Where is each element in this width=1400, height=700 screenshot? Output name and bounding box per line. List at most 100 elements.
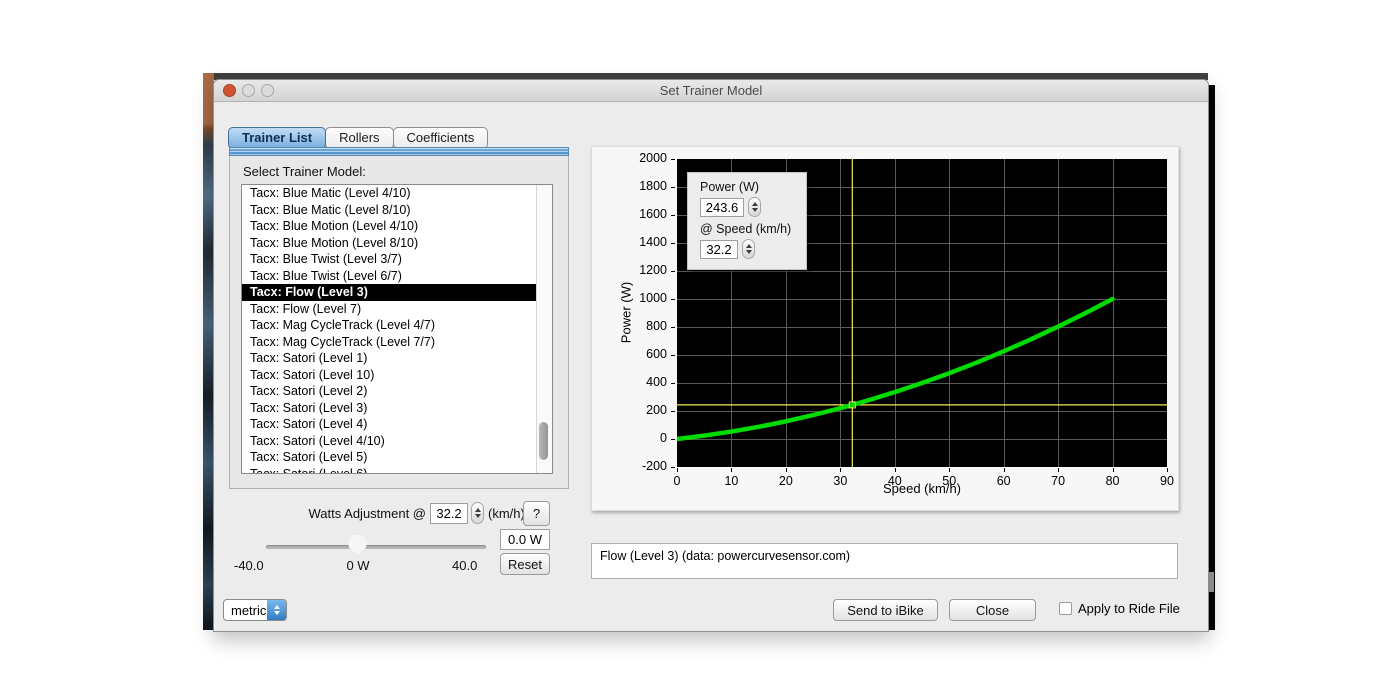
y-tick-mark [671, 299, 675, 300]
watts-adjustment-label: Watts Adjustment @ [271, 506, 426, 521]
power-readout-stepper[interactable] [748, 197, 761, 217]
y-tick-label: 0 [625, 431, 667, 445]
tab-rollers[interactable]: Rollers [325, 127, 393, 149]
x-tick-mark [677, 468, 678, 472]
y-tick-label: 1800 [625, 179, 667, 193]
list-item[interactable]: Tacx: Satori (Level 10) [242, 367, 537, 384]
list-item[interactable]: Tacx: Blue Matic (Level 8/10) [242, 202, 537, 219]
power-readout-input[interactable]: 243.6 [700, 198, 744, 217]
dropdown-arrows-icon [267, 600, 286, 620]
x-tick-label: 80 [1093, 474, 1133, 488]
units-dropdown-value: metric [224, 603, 267, 618]
tab-bar: Trainer List Rollers Coefficients [229, 127, 488, 149]
y-tick-mark [671, 467, 675, 468]
list-item[interactable]: Tacx: Satori (Level 2) [242, 383, 537, 400]
x-tick-label: 60 [984, 474, 1024, 488]
trainer-list-items: Tacx: Blue Matic (Level 4/10)Tacx: Blue … [242, 185, 537, 473]
x-tick-mark [1167, 468, 1168, 472]
list-item[interactable]: Tacx: Satori (Level 3) [242, 400, 537, 417]
list-item[interactable]: Tacx: Mag CycleTrack (Level 7/7) [242, 334, 537, 351]
units-dropdown[interactable]: metric [223, 599, 287, 621]
list-item[interactable]: Tacx: Blue Twist (Level 3/7) [242, 251, 537, 268]
y-tick-mark [671, 439, 675, 440]
titlebar[interactable]: Set Trainer Model [214, 80, 1208, 102]
y-tick-mark [671, 383, 675, 384]
stepper-up-icon[interactable] [746, 244, 752, 248]
y-tick-mark [671, 243, 675, 244]
list-scrollbar-thumb[interactable] [539, 422, 548, 460]
y-tick-mark [671, 159, 675, 160]
x-tick-mark [1004, 468, 1005, 472]
list-item[interactable]: Tacx: Blue Motion (Level 4/10) [242, 218, 537, 235]
x-tick-mark [840, 468, 841, 472]
y-tick-mark [671, 327, 675, 328]
list-item[interactable]: Tacx: Blue Twist (Level 6/7) [242, 268, 537, 285]
y-tick-label: -200 [625, 459, 667, 473]
tab-coefficients[interactable]: Coefficients [393, 127, 489, 149]
slider-max-label: 40.0 [452, 558, 492, 573]
watts-adjustment-speed-stepper[interactable] [471, 502, 484, 524]
stepper-up-icon[interactable] [752, 202, 758, 206]
watts-adjustment-slider-thumb[interactable] [348, 535, 367, 555]
y-tick-label: 400 [625, 375, 667, 389]
x-tick-mark [731, 468, 732, 472]
stepper-down-icon[interactable] [752, 208, 758, 212]
list-item[interactable]: Tacx: Blue Motion (Level 8/10) [242, 235, 537, 252]
select-trainer-model-label: Select Trainer Model: [243, 164, 366, 179]
tab-trainer-list[interactable]: Trainer List [228, 127, 326, 149]
list-item[interactable]: Tacx: Satori (Level 6) [242, 466, 537, 475]
reset-button[interactable]: Reset [500, 553, 550, 575]
apply-to-ride-file-checkbox[interactable] [1059, 602, 1072, 615]
screen: Set Trainer Model Trainer List Rollers C… [0, 0, 1400, 700]
send-to-ibike-button[interactable]: Send to iBike [833, 599, 938, 621]
speed-readout-label: @ Speed (km/h) [700, 222, 806, 236]
x-tick-label: 70 [1038, 474, 1078, 488]
y-tick-mark [671, 215, 675, 216]
x-tick-mark [949, 468, 950, 472]
y-tick-label: 2000 [625, 151, 667, 165]
list-item[interactable]: Tacx: Blue Matic (Level 4/10) [242, 185, 537, 202]
watts-adjustment-value-field: 0.0 W [500, 529, 550, 550]
list-item[interactable]: Tacx: Satori (Level 1) [242, 350, 537, 367]
x-tick-label: 90 [1147, 474, 1187, 488]
list-scrollbar[interactable] [536, 185, 552, 473]
close-button[interactable]: Close [949, 599, 1036, 621]
set-trainer-model-dialog: Set Trainer Model Trainer List Rollers C… [213, 79, 1209, 632]
list-item[interactable]: Tacx: Satori (Level 4/10) [242, 433, 537, 450]
x-tick-label: 50 [929, 474, 969, 488]
list-item[interactable]: Tacx: Satori (Level 4) [242, 416, 537, 433]
speed-readout-input[interactable]: 32.2 [700, 240, 738, 259]
speed-readout-stepper[interactable] [742, 239, 755, 259]
y-tick-label: 1400 [625, 235, 667, 249]
x-tick-mark [786, 468, 787, 472]
x-tick-label: 40 [875, 474, 915, 488]
list-item[interactable]: Tacx: Satori (Level 5) [242, 449, 537, 466]
stepper-up-icon[interactable] [475, 508, 481, 512]
stepper-down-icon[interactable] [746, 250, 752, 254]
power-curve-chart: Power (W) Speed (km/h) Power (W) 243.6 @… [591, 146, 1179, 511]
trainer-description-field[interactable]: Flow (Level 3) (data: powercurvesensor.c… [591, 543, 1178, 579]
apply-to-ride-file-label: Apply to Ride File [1078, 601, 1180, 616]
watts-adjustment-slider-track[interactable] [266, 545, 486, 549]
y-tick-label: 600 [625, 347, 667, 361]
watts-adjustment-speed-input[interactable]: 32.2 [430, 503, 468, 524]
x-tick-mark [1113, 468, 1114, 472]
list-item[interactable]: Tacx: Mag CycleTrack (Level 4/7) [242, 317, 537, 334]
y-tick-label: 1000 [625, 291, 667, 305]
stepper-down-icon[interactable] [475, 514, 481, 518]
y-tick-mark [671, 187, 675, 188]
list-item[interactable]: Tacx: Flow (Level 7) [242, 301, 537, 318]
y-tick-label: 1200 [625, 263, 667, 277]
y-tick-mark [671, 411, 675, 412]
x-tick-label: 10 [711, 474, 751, 488]
x-tick-label: 20 [766, 474, 806, 488]
list-item[interactable]: Tacx: Flow (Level 3) [242, 284, 537, 301]
slider-mid-label: 0 W [336, 558, 380, 573]
trainer-list-box: Tacx: Blue Matic (Level 4/10)Tacx: Blue … [241, 184, 553, 474]
x-tick-mark [1058, 468, 1059, 472]
x-tick-mark [895, 468, 896, 472]
help-button[interactable]: ? [523, 501, 550, 526]
watts-adjustment-unit-label: (km/h) [488, 506, 525, 521]
y-tick-label: 200 [625, 403, 667, 417]
y-tick-mark [671, 355, 675, 356]
